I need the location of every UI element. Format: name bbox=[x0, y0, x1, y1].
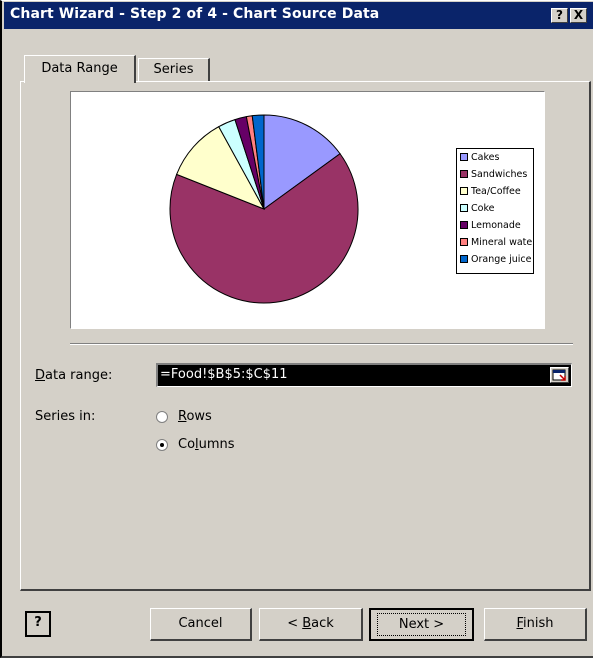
chart-legend: Cakes Sandwiches Tea/Coffee Coke Lemonad… bbox=[456, 148, 534, 274]
legend-label: Coke bbox=[471, 203, 495, 214]
legend-item-cakes: Cakes bbox=[460, 150, 533, 165]
legend-swatch bbox=[460, 169, 468, 178]
radio-rows[interactable] bbox=[156, 411, 168, 423]
data-range-label: Data range: bbox=[35, 368, 113, 383]
data-range-input[interactable]: =Food!$B$5:$C$11 bbox=[156, 363, 572, 387]
close-button[interactable]: X bbox=[570, 8, 587, 23]
collapse-dialog-button[interactable] bbox=[550, 367, 569, 383]
legend-item-lemonade: Lemonade bbox=[460, 218, 533, 233]
finish-button[interactable]: Finish bbox=[484, 608, 587, 641]
legend-item-mineral-water: Mineral wate bbox=[460, 235, 533, 250]
legend-swatch bbox=[460, 203, 468, 212]
legend-swatch bbox=[460, 152, 468, 161]
chart-wizard-dialog: Chart Wizard - Step 2 of 4 - Chart Sourc… bbox=[0, 0, 593, 658]
radio-selected-dot bbox=[160, 443, 164, 447]
back-button[interactable]: < Back bbox=[259, 608, 363, 641]
help-icon: ? bbox=[34, 615, 42, 630]
radio-columns-label[interactable]: Columns bbox=[178, 437, 235, 452]
legend-item-orange-juice: Orange juice bbox=[460, 252, 533, 267]
legend-label: Orange juice bbox=[471, 254, 532, 265]
radio-columns[interactable] bbox=[156, 439, 168, 451]
separator bbox=[70, 343, 573, 345]
legend-item-coke: Coke bbox=[460, 201, 533, 216]
tab-series[interactable]: Series bbox=[138, 58, 210, 82]
series-in-label: Series in: bbox=[35, 409, 96, 424]
radio-rows-label[interactable]: Rows bbox=[178, 409, 212, 424]
legend-swatch bbox=[460, 220, 468, 229]
legend-item-sandwiches: Sandwiches bbox=[460, 167, 533, 182]
collapse-dialog-icon bbox=[552, 369, 566, 381]
legend-label: Sandwiches bbox=[471, 169, 528, 180]
legend-swatch bbox=[460, 186, 468, 195]
cancel-button[interactable]: Cancel bbox=[150, 608, 252, 641]
help-title-button[interactable]: ? bbox=[551, 8, 568, 23]
data-range-value: =Food!$B$5:$C$11 bbox=[160, 367, 288, 382]
help-button[interactable]: ? bbox=[25, 611, 51, 637]
focus-ring bbox=[377, 613, 466, 636]
tab-data-range[interactable]: Data Range bbox=[24, 55, 136, 83]
legend-swatch bbox=[460, 237, 468, 246]
legend-label: Cakes bbox=[471, 152, 500, 163]
next-button[interactable]: Next > bbox=[369, 608, 474, 641]
legend-label: Lemonade bbox=[471, 220, 521, 231]
legend-label: Mineral wate bbox=[471, 237, 533, 248]
legend-label: Tea/Coffee bbox=[471, 186, 521, 197]
legend-swatch bbox=[460, 254, 468, 263]
window-title: Chart Wizard - Step 2 of 4 - Chart Sourc… bbox=[10, 6, 380, 22]
title-bar: Chart Wizard - Step 2 of 4 - Chart Sourc… bbox=[4, 2, 593, 29]
legend-item-tea-coffee: Tea/Coffee bbox=[460, 184, 533, 199]
